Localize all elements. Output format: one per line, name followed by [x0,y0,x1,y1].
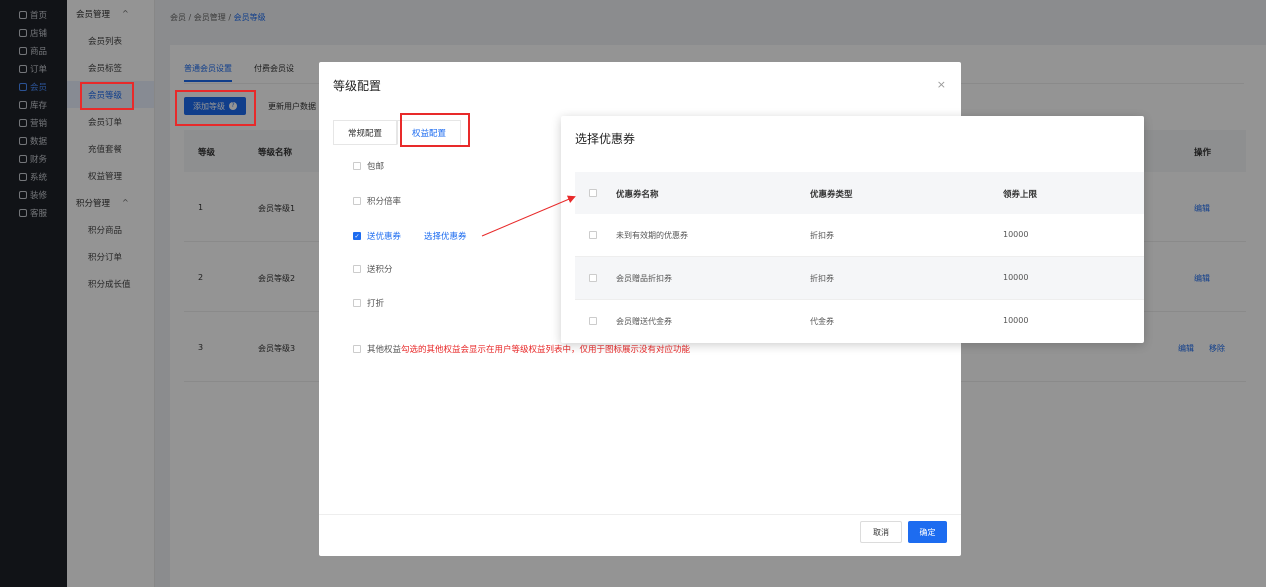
coupon-table-header: 优惠券名称 优惠券类型 领券上限 [575,172,1144,214]
checkbox[interactable] [589,274,597,282]
checkbox[interactable] [353,162,361,170]
select-all-checkbox[interactable] [589,189,597,197]
checkbox[interactable] [589,317,597,325]
coupon-row[interactable]: 会员赠送代金券 代金券 10000 [575,300,1144,343]
highlight-add-level [175,90,256,126]
checkbox[interactable] [353,345,361,353]
close-icon[interactable]: × [937,78,946,91]
dialog-title: 等级配置 [333,79,382,93]
option-free-shipping[interactable]: 包邮 [353,160,384,172]
coupon-dialog-title: 选择优惠券 [575,132,636,146]
checkbox[interactable] [589,231,597,239]
checkbox[interactable] [353,299,361,307]
tab-normal-config[interactable]: 常规配置 [333,120,398,145]
coupon-row[interactable]: 未到有效期的优惠券 折扣券 10000 [575,214,1144,257]
option-send-points[interactable]: 送积分 [353,263,393,275]
cancel-button[interactable]: 取消 [860,521,902,543]
highlight-member-level [80,82,134,110]
other-rights-note: 勾选的其他权益会显示在用户等级权益列表中，仅用于图标展示没有对应功能 [401,345,691,355]
confirm-button[interactable]: 确定 [908,521,947,543]
coupon-row[interactable]: 会员赠品折扣券 折扣券 10000 [575,257,1144,300]
option-send-coupon[interactable]: ✓ 送优惠券 选择优惠券 [353,230,467,242]
select-coupon-link[interactable]: 选择优惠券 [424,230,467,242]
highlight-rights-tab [400,113,470,147]
coupon-select-dialog: 选择优惠券 优惠券名称 优惠券类型 领券上限 未到有效期的优惠券 折扣券 100… [561,116,1144,343]
option-other-rights[interactable]: 其他权益 勾选的其他权益会显示在用户等级权益列表中，仅用于图标展示没有对应功能 [353,343,690,355]
checkbox-checked[interactable]: ✓ [353,232,361,240]
option-discount[interactable]: 打折 [353,297,384,309]
footer-divider [319,514,961,515]
checkbox[interactable] [353,197,361,205]
checkbox[interactable] [353,265,361,273]
option-points-rate[interactable]: 积分倍率 [353,195,401,207]
